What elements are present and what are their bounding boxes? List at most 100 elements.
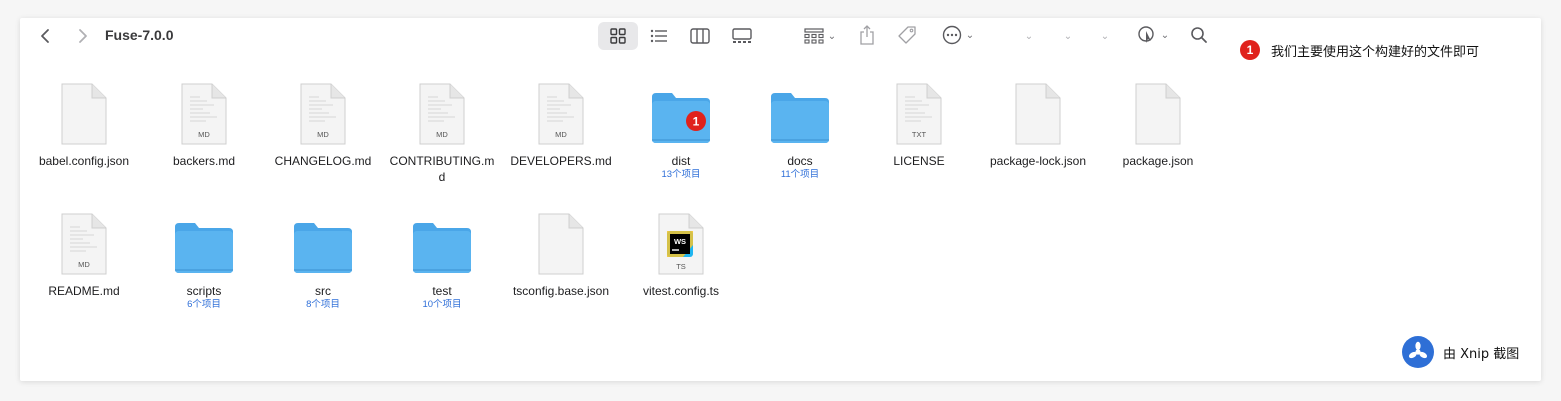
item-count: 10个项目 <box>422 299 462 310</box>
file-name: scripts <box>186 284 222 298</box>
chevron-down-icon: ⌄ <box>827 30 837 42</box>
folder-item[interactable]: test 10个项目 <box>382 213 502 311</box>
grid-view-button[interactable] <box>608 26 628 46</box>
airdrop-icon <box>1138 26 1154 43</box>
chevron-right-icon <box>79 29 87 43</box>
list-view-button[interactable] <box>648 26 670 46</box>
file-item[interactable]: package.json <box>1098 83 1218 169</box>
file-name: README.md <box>48 284 120 298</box>
item-count: 11个项目 <box>780 169 820 180</box>
svg-text:MD: MD <box>198 130 210 139</box>
file-name: docs <box>787 154 813 168</box>
svg-text:TS: TS <box>676 262 686 271</box>
chevron-down-icon: ⌄ <box>1100 30 1110 42</box>
file-name: src <box>315 284 331 298</box>
file-item[interactable]: MD CONTRIBUTING.md <box>382 83 502 185</box>
document-icon: MD <box>144 83 264 145</box>
svg-text:1: 1 <box>693 115 700 129</box>
svg-text:TXT: TXT <box>912 130 927 139</box>
back-button[interactable] <box>34 25 56 47</box>
forward-button[interactable] <box>72 25 94 47</box>
more-icon <box>942 25 961 45</box>
folder-item[interactable]: 1 dist 13个项目 <box>621 83 741 181</box>
search-button[interactable] <box>1188 24 1210 46</box>
folder-icon <box>144 213 264 275</box>
chevron-down-icon: ⌄ <box>1024 30 1034 42</box>
item-count: 6个项目 <box>187 299 221 310</box>
share-button[interactable] <box>856 24 878 46</box>
annotation: 1 我们主要使用这个构建好的文件即可 <box>1240 40 1479 60</box>
file-item[interactable]: MD CHANGELOG.md <box>263 83 383 169</box>
airdrop-button[interactable]: ⌄ <box>1132 24 1174 46</box>
document-icon: MD <box>501 83 621 145</box>
document-icon: MD <box>263 83 383 145</box>
file-name: tsconfig.base.json <box>512 284 610 298</box>
file-item[interactable]: tsconfig.base.json <box>501 213 621 299</box>
group-icon <box>804 28 824 44</box>
svg-text:WS: WS <box>674 237 686 246</box>
file-item[interactable]: MD DEVELOPERS.md <box>501 83 621 169</box>
grid-view-icon <box>610 28 626 44</box>
chevron-down-icon: ⌄ <box>965 29 975 41</box>
file-item[interactable]: TXT LICENSE <box>859 83 979 169</box>
xnip-logo-icon <box>1402 336 1434 368</box>
file-name: backers.md <box>172 154 236 168</box>
document-icon <box>1098 83 1218 145</box>
dropdown-button-3[interactable]: ⌄ <box>1096 26 1114 46</box>
gallery-view-button[interactable] <box>730 26 754 46</box>
file-item[interactable]: MD backers.md <box>144 83 264 169</box>
tag-icon <box>898 26 916 44</box>
annotation-badge: 1 <box>1240 40 1260 60</box>
svg-text:MD: MD <box>555 130 567 139</box>
webstorm-file-icon: WS TS <box>621 213 741 275</box>
file-name: package.json <box>1122 154 1194 168</box>
xnip-text: 由 Xnip 截图 <box>1443 346 1520 362</box>
annotation-text: 我们主要使用这个构建好的文件即可 <box>1271 44 1480 60</box>
chevron-left-icon <box>41 29 49 43</box>
list-view-icon <box>650 29 667 43</box>
file-item[interactable]: package-lock.json <box>978 83 1098 169</box>
dropdown-button-2[interactable]: ⌄ <box>1059 26 1077 46</box>
tag-button[interactable] <box>895 24 919 46</box>
folder-icon: 1 <box>621 83 741 145</box>
file-name: CONTRIBUTING.md <box>389 154 495 184</box>
item-count: 13个项目 <box>661 169 701 180</box>
chevron-down-icon: ⌄ <box>1063 30 1073 42</box>
folder-icon <box>382 213 502 275</box>
folder-icon <box>740 83 860 145</box>
gallery-view-icon <box>732 28 752 43</box>
finder-window: Fuse-7.0.0 ⌄ ⌄ ⌄ ⌄ ⌄ ⌄ 1 我们主要使用这个构建好的文件即… <box>20 18 1541 381</box>
search-icon <box>1191 27 1207 43</box>
svg-text:MD: MD <box>78 260 90 269</box>
group-button[interactable]: ⌄ <box>800 26 840 46</box>
folder-item[interactable]: scripts 6个项目 <box>144 213 264 311</box>
folder-item[interactable]: docs 11个项目 <box>740 83 860 181</box>
file-item[interactable]: MD README.md <box>24 213 144 299</box>
file-item[interactable]: WS TS vitest.config.ts <box>621 213 741 299</box>
file-name: babel.config.json <box>38 154 130 168</box>
window-title: Fuse-7.0.0 <box>105 27 174 43</box>
xnip-watermark: 由 Xnip 截图 <box>1402 336 1519 368</box>
document-icon <box>978 83 1098 145</box>
folder-icon <box>263 213 383 275</box>
column-view-icon <box>690 28 710 44</box>
svg-text:MD: MD <box>436 130 448 139</box>
file-name: test <box>432 284 452 298</box>
svg-text:MD: MD <box>317 130 329 139</box>
share-icon <box>860 25 874 45</box>
document-icon: MD <box>382 83 502 145</box>
document-icon: TXT <box>859 83 979 145</box>
item-count: 8个项目 <box>306 299 340 310</box>
document-icon <box>24 83 144 145</box>
file-name: CHANGELOG.md <box>274 154 372 168</box>
column-view-button[interactable] <box>688 26 712 46</box>
more-button[interactable]: ⌄ <box>938 24 978 46</box>
file-item[interactable]: babel.config.json <box>24 83 144 169</box>
document-icon <box>501 213 621 275</box>
file-name: package-lock.json <box>989 154 1087 168</box>
dropdown-button-1[interactable]: ⌄ <box>1020 26 1038 46</box>
file-name: DEVELOPERS.md <box>510 154 612 168</box>
chevron-down-icon: ⌄ <box>1160 29 1170 41</box>
file-name: LICENSE <box>893 154 945 168</box>
folder-item[interactable]: src 8个项目 <box>263 213 383 311</box>
